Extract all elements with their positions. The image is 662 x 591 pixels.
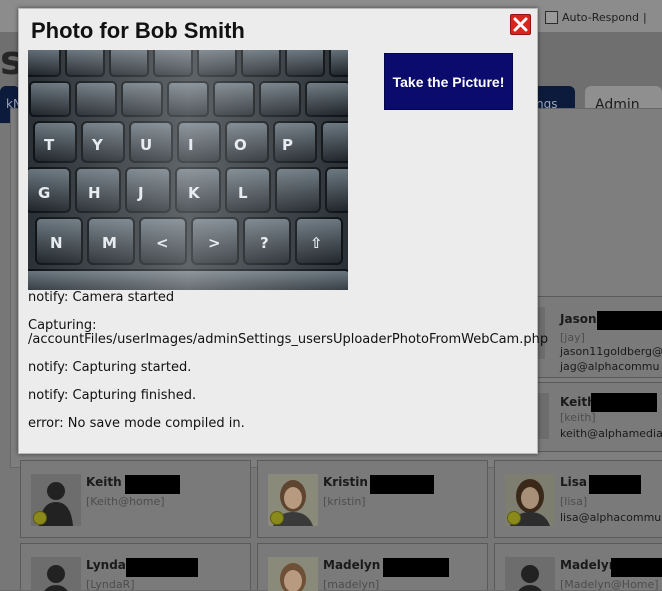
take-picture-button[interactable]: Take the Picture! — [384, 53, 513, 110]
svg-text:>: > — [208, 234, 221, 252]
user-email: lisa@alphacommu — [560, 511, 662, 524]
redacted-last-name — [383, 558, 449, 577]
user-username: [jay] — [560, 331, 585, 344]
svg-text:I: I — [188, 136, 194, 154]
auto-respond-checkbox[interactable] — [545, 11, 558, 24]
svg-text:H: H — [88, 184, 101, 202]
user-first-name: Kristin — [323, 475, 368, 489]
default-user-icon — [518, 565, 542, 591]
user-card[interactable]: Lisa [lisa] lisa@alphacommu — [494, 460, 662, 538]
svg-text:G: G — [38, 184, 50, 202]
close-button[interactable] — [510, 14, 531, 35]
auto-respond-label: Auto-Respond — [562, 11, 640, 24]
separator: | — [643, 11, 647, 24]
svg-text:K: K — [188, 184, 201, 202]
user-first-name: Jason — [560, 312, 597, 326]
user-first-name: Keith — [86, 475, 122, 489]
redacted-last-name — [591, 393, 657, 412]
svg-text:M: M — [102, 234, 117, 252]
close-icon — [513, 17, 528, 32]
svg-text:J: J — [137, 184, 144, 202]
default-user-icon — [44, 565, 68, 591]
redacted-last-name — [589, 475, 641, 494]
svg-text:?: ? — [260, 234, 269, 252]
user-photo — [268, 557, 318, 591]
redacted-last-name — [370, 475, 434, 494]
redacted-last-name — [597, 311, 662, 330]
user-card[interactable]: Lynda [LyndaR] — [20, 543, 251, 591]
redacted-last-name — [126, 558, 198, 577]
svg-text:O: O — [234, 136, 247, 154]
webcam-image: T Y U I O P G H J K L N M < > ? ⇧ — [28, 50, 348, 290]
status-online-icon — [33, 511, 47, 525]
user-username: [lisa] — [560, 495, 588, 508]
log-capture-finished: notify: Capturing finished. — [28, 388, 197, 403]
svg-text:P: P — [282, 136, 293, 154]
svg-text:N: N — [50, 234, 63, 252]
user-email-secondary: jag@alphacommu — [560, 360, 660, 373]
log-camera-started: notify: Camera started — [28, 290, 175, 305]
status-online-icon — [507, 511, 521, 525]
webcam-preview: T Y U I O P G H J K L N M < > ? ⇧ — [28, 50, 348, 290]
auto-respond-toggle[interactable]: Auto-Respond | — [545, 11, 647, 24]
redacted-last-name — [611, 558, 662, 577]
svg-text:⇧: ⇧ — [310, 234, 323, 252]
user-first-name: Madelyn — [323, 558, 381, 572]
user-first-name: Lisa — [560, 475, 587, 489]
user-card[interactable]: Madelyn [Madelyn@Home] — [494, 543, 662, 591]
photo-dialog: Photo for Bob Smith T Y U I O P G H J K … — [18, 8, 549, 454]
user-first-name: Lynda — [86, 558, 126, 572]
user-username: [kristin] — [323, 495, 366, 508]
redacted-last-name — [125, 475, 180, 494]
status-online-icon — [270, 511, 284, 525]
user-card[interactable]: Kristin [kristin] — [257, 460, 488, 538]
svg-text:L: L — [238, 184, 248, 202]
avatar — [31, 557, 81, 591]
user-email: keith@alphamedia — [560, 427, 662, 440]
avatar — [268, 557, 318, 591]
avatar — [505, 557, 555, 591]
user-username: [LyndaR] — [86, 578, 135, 591]
user-username: [keith] — [560, 411, 596, 424]
user-card[interactable]: Madelyn [madelyn] — [257, 543, 488, 591]
log-capturing-label: Capturing: — [28, 318, 97, 333]
user-username: [Madelyn@Home] — [560, 578, 659, 591]
svg-text:U: U — [140, 136, 152, 154]
user-username: [madelyn] — [323, 578, 380, 591]
log-capture-started: notify: Capturing started. — [28, 360, 192, 375]
dialog-title: Photo for Bob Smith — [31, 18, 245, 43]
user-email: jason11goldberg@ — [560, 345, 662, 358]
svg-text:Y: Y — [91, 136, 104, 154]
svg-text:<: < — [156, 234, 169, 252]
user-username: [Keith@home] — [86, 495, 165, 508]
log-capturing-path: /accountFiles/userImages/adminSettings_u… — [28, 332, 549, 347]
capture-log: notify: Camera started Capturing: /accou… — [28, 290, 549, 445]
log-save-error: error: No save mode compiled in. — [28, 416, 245, 431]
user-first-name: Madelyn — [560, 558, 618, 572]
svg-text:T: T — [44, 136, 55, 154]
user-card[interactable]: Keith [Keith@home] — [20, 460, 251, 538]
